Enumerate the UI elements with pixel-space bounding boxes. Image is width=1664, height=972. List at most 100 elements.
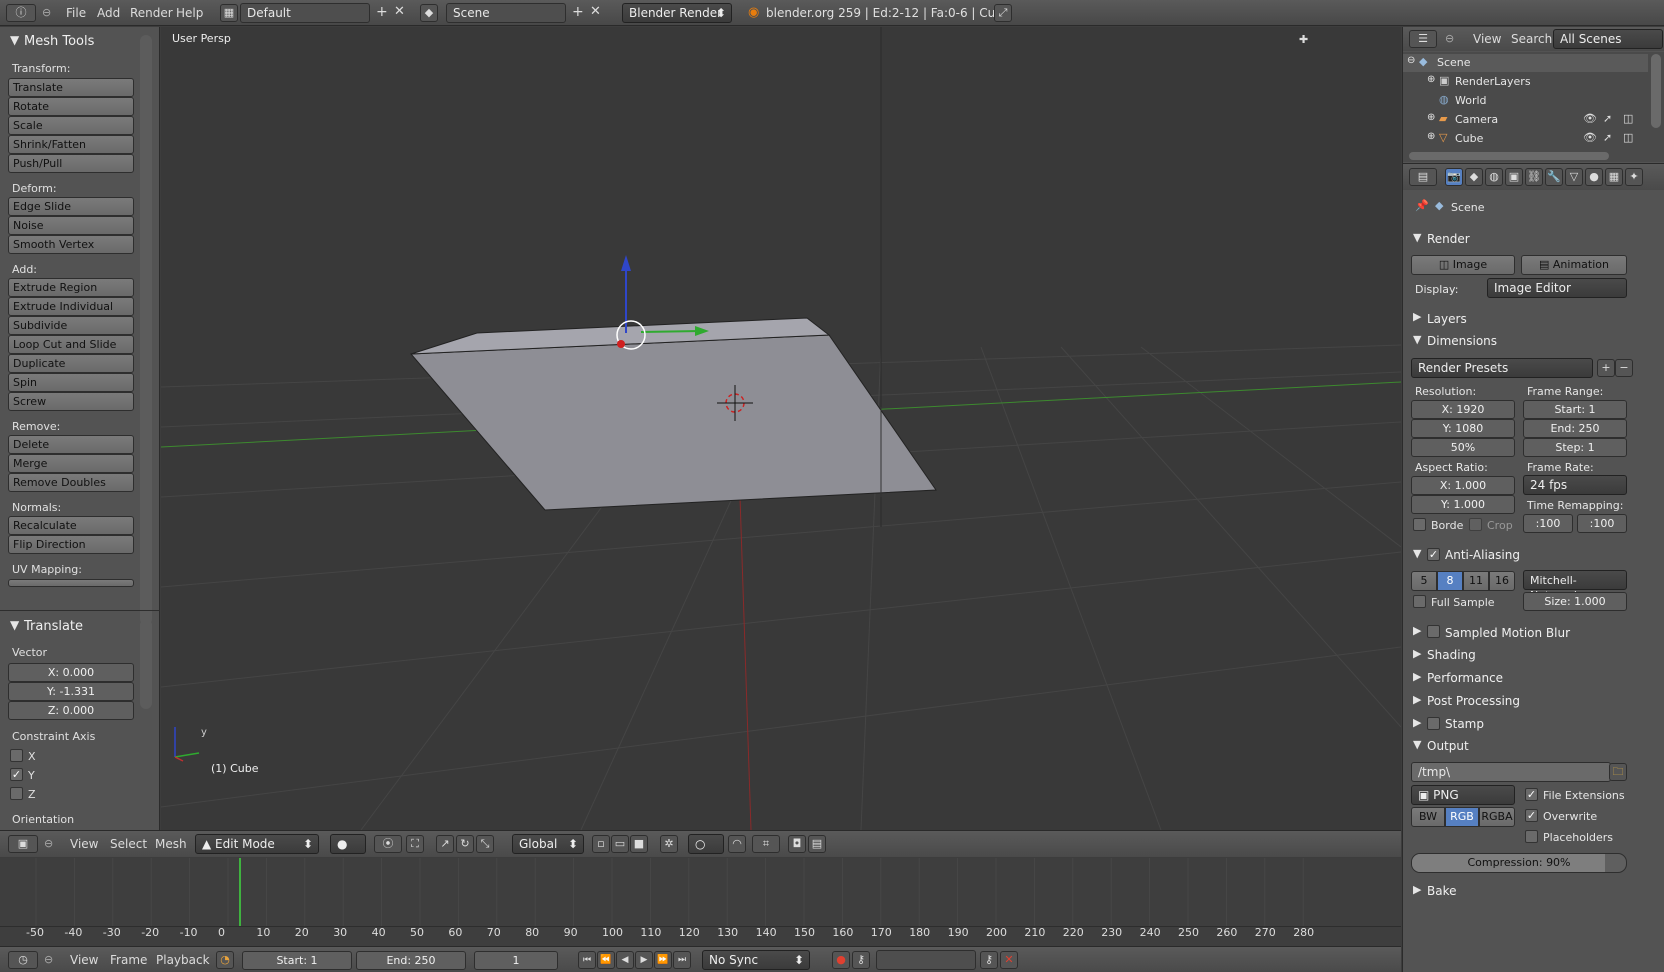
aa-samples-11[interactable]: 11 (1463, 571, 1489, 591)
jump-start-icon[interactable]: ⏮ (578, 951, 596, 969)
modifiers-tab-icon[interactable]: 🔧 (1545, 168, 1563, 186)
smooth-vertex-button[interactable]: Smooth Vertex (8, 235, 134, 254)
prev-keyframe-icon[interactable]: ⏪ (597, 951, 615, 969)
expand-triangle-icon[interactable]: ▶ (1413, 647, 1421, 660)
face-select-icon[interactable]: ■ (630, 835, 648, 853)
uv-unwrap-button[interactable] (8, 579, 134, 587)
render-engine-dropdown[interactable]: Blender Render ⬍ (622, 3, 732, 23)
outliner-cube-label[interactable]: Cube (1455, 132, 1483, 145)
color-rgba-button[interactable]: RGBA (1479, 807, 1515, 827)
outliner-menu-view[interactable]: View (1473, 32, 1501, 46)
frame-end-field[interactable]: End: 250 (1523, 419, 1627, 438)
outliner-camera-label[interactable]: Camera (1455, 113, 1498, 126)
operator-scrollbar[interactable] (140, 619, 152, 709)
manipulator-z-arrow-icon[interactable] (621, 255, 631, 271)
motion-blur-panel-title[interactable]: Sampled Motion Blur (1445, 626, 1570, 640)
menu-select[interactable]: Select (110, 837, 147, 851)
push-pull-button[interactable]: Push/Pull (8, 154, 134, 173)
flip-direction-button[interactable]: Flip Direction (8, 535, 134, 554)
collapse-menu-icon[interactable]: ⊖ (44, 953, 53, 966)
bake-panel-title[interactable]: Bake (1427, 884, 1457, 898)
add-scene-icon[interactable]: + (572, 4, 584, 20)
resolution-percent-field[interactable]: 50% (1411, 438, 1515, 457)
outliner-world-label[interactable]: World (1455, 94, 1487, 107)
extrude-individual-button[interactable]: Extrude Individual (8, 297, 134, 316)
render-still-icon[interactable]: ◘ (788, 835, 806, 853)
render-tab-icon[interactable]: 📷 (1445, 168, 1463, 186)
aa-checkbox[interactable]: ✓ (1427, 548, 1440, 561)
outliner-scene-label[interactable]: Scene (1437, 56, 1471, 69)
expand-icon[interactable]: ⊕ (1427, 74, 1435, 85)
object-tab-icon[interactable]: ▣ (1505, 168, 1523, 186)
expand-triangle-icon[interactable]: ▶ (1413, 670, 1421, 683)
expand-icon[interactable]: ⊕ (1427, 112, 1435, 123)
scale-button[interactable]: Scale (8, 116, 134, 135)
3d-viewport[interactable]: User Persp ✚ y (1) Cube (161, 27, 1401, 830)
layout-field[interactable]: Default (240, 3, 370, 23)
collapse-triangle-icon[interactable]: ▼ (1413, 738, 1421, 751)
proportional-falloff-icon[interactable]: ◠ (728, 835, 746, 853)
shading-panel-title[interactable]: Shading (1427, 648, 1476, 662)
keying-set-field[interactable] (876, 950, 976, 970)
menu-frame[interactable]: Frame (110, 953, 147, 967)
collapse-triangle-icon[interactable]: ▼ (1413, 547, 1421, 560)
aa-samples-16[interactable]: 16 (1489, 571, 1515, 591)
remap-new-field[interactable]: :100 (1577, 514, 1627, 533)
shrink-fatten-button[interactable]: Shrink/Fatten (8, 135, 134, 154)
data-tab-icon[interactable]: ▽ (1565, 168, 1583, 186)
compression-slider[interactable]: Compression: 90% (1411, 853, 1627, 873)
visibility-eye-icon[interactable]: 👁 (1583, 112, 1597, 125)
menu-add[interactable]: Add (97, 6, 120, 20)
aspect-y-field[interactable]: Y: 1.000 (1411, 495, 1515, 514)
render-camera-icon[interactable]: ◫ (1623, 131, 1633, 144)
add-preset-icon[interactable]: + (1597, 359, 1615, 377)
layers-panel-title[interactable]: Layers (1427, 312, 1467, 326)
record-icon[interactable]: ● (832, 951, 850, 969)
collapse-triangle-icon[interactable]: ▼ (10, 33, 19, 47)
texture-tab-icon[interactable]: ▦ (1605, 168, 1623, 186)
pivot-point-icon[interactable]: ⦿ (374, 835, 402, 853)
folder-browse-icon[interactable]: 🗀 (1609, 763, 1627, 781)
remove-scene-icon[interactable]: ✕ (590, 4, 601, 19)
collapse-triangle-icon[interactable]: ▼ (1413, 333, 1421, 346)
expand-triangle-icon[interactable]: ▶ (1413, 693, 1421, 706)
display-dropdown[interactable]: Image Editor (1487, 278, 1627, 298)
keying-set-icon[interactable]: ⚷ (852, 951, 870, 969)
end-frame-field[interactable]: End: 250 (356, 951, 466, 970)
select-arrow-icon[interactable]: ➚ (1603, 112, 1612, 125)
constraints-tab-icon[interactable]: ⛓ (1525, 168, 1543, 186)
manipulator-toggle-icon[interactable]: ⛶ (406, 835, 424, 853)
manipulator-y-axis[interactable] (640, 330, 702, 333)
collapse-triangle-icon[interactable]: ▼ (1413, 231, 1421, 244)
file-extensions-checkbox[interactable]: ✓ (1525, 788, 1538, 801)
operator-title[interactable]: Translate (24, 619, 83, 634)
render-image-button[interactable]: ◫ Image (1411, 255, 1515, 275)
frame-start-field[interactable]: Start: 1 (1523, 400, 1627, 419)
duplicate-button[interactable]: Duplicate (8, 354, 134, 373)
scene-tab-icon[interactable]: ◆ (1465, 168, 1483, 186)
expand-icon[interactable]: ⊖ (1407, 55, 1415, 66)
output-path-field[interactable]: /tmp\ (1411, 762, 1611, 782)
scene-icon[interactable]: ◆ (420, 4, 438, 22)
expand-icon[interactable]: ⊕ (1427, 131, 1435, 142)
noise-button[interactable]: Noise (8, 216, 134, 235)
overwrite-checkbox[interactable]: ✓ (1525, 809, 1538, 822)
placeholders-checkbox[interactable] (1525, 830, 1538, 843)
expand-triangle-icon[interactable]: ▶ (1413, 716, 1421, 729)
output-panel-title[interactable]: Output (1427, 739, 1469, 753)
render-camera-icon[interactable]: ◫ (1623, 112, 1633, 125)
collapse-menu-icon[interactable]: ⊖ (42, 6, 51, 19)
remove-layout-icon[interactable]: ✕ (394, 4, 405, 19)
color-rgb-button[interactable]: RGB (1445, 807, 1479, 827)
remove-preset-icon[interactable]: − (1615, 359, 1633, 377)
sync-dropdown[interactable]: No Sync ⬍ (702, 950, 810, 970)
collapse-menu-icon[interactable]: ⊖ (1445, 32, 1454, 45)
aa-size-field[interactable]: Size: 1.000 (1523, 592, 1627, 611)
border-checkbox[interactable] (1413, 518, 1426, 531)
scene-field[interactable]: Scene (446, 3, 566, 23)
select-arrow-icon[interactable]: ➚ (1603, 131, 1612, 144)
post-processing-panel-title[interactable]: Post Processing (1427, 694, 1520, 708)
file-format-dropdown[interactable]: ▣ PNG (1411, 785, 1515, 805)
current-frame-field[interactable]: 1 (474, 951, 558, 970)
visibility-eye-icon[interactable]: 👁 (1583, 131, 1597, 144)
